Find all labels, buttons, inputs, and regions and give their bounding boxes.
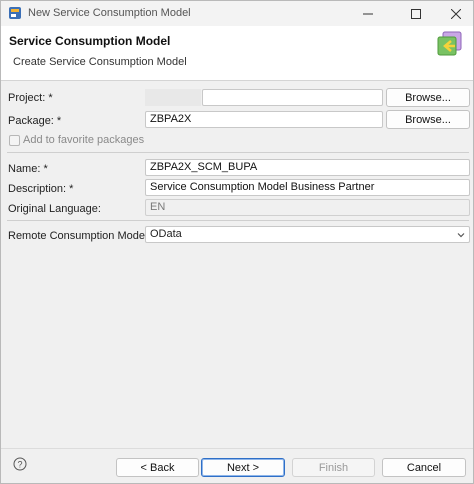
cancel-button[interactable]: Cancel bbox=[382, 458, 466, 477]
description-field[interactable]: Service Consumption Model Business Partn… bbox=[145, 179, 470, 196]
wizard-header: Service Consumption Model Create Service… bbox=[1, 26, 473, 81]
package-field[interactable]: ZBPA2X bbox=[145, 111, 383, 128]
back-button[interactable]: < Back bbox=[116, 458, 199, 477]
chevron-down-icon bbox=[457, 233, 465, 238]
remote-consumption-mode-label: Remote Consumption Mode: * bbox=[8, 230, 156, 242]
package-browse-button[interactable]: Browse... bbox=[386, 110, 470, 129]
project-label: Project: * bbox=[8, 92, 53, 104]
wizard-banner-icon bbox=[437, 31, 462, 56]
help-icon[interactable]: ? bbox=[13, 457, 27, 471]
name-label: Name: * bbox=[8, 163, 48, 175]
separator bbox=[7, 220, 469, 221]
original-language-field: EN bbox=[145, 199, 470, 216]
name-field[interactable]: ZBPA2X_SCM_BUPA bbox=[145, 159, 470, 176]
project-redacted-area bbox=[145, 89, 201, 106]
close-button[interactable] bbox=[441, 1, 471, 26]
title-bar[interactable]: New Service Consumption Model bbox=[1, 1, 473, 26]
remote-consumption-mode-select[interactable]: OData bbox=[145, 226, 470, 243]
description-label: Description: * bbox=[8, 183, 74, 195]
maximize-icon bbox=[411, 8, 421, 19]
finish-button[interactable]: Finish bbox=[292, 458, 375, 477]
project-field[interactable] bbox=[202, 89, 383, 106]
new-service-consumption-model-dialog: New Service Consumption Model Service Co… bbox=[0, 0, 474, 484]
maximize-button[interactable] bbox=[401, 1, 431, 26]
original-language-label: Original Language: bbox=[8, 203, 101, 215]
next-button[interactable]: Next > bbox=[201, 458, 285, 477]
remote-consumption-mode-value: OData bbox=[150, 228, 182, 240]
package-label: Package: * bbox=[8, 115, 62, 127]
close-icon bbox=[451, 8, 461, 19]
minimize-icon bbox=[363, 13, 373, 14]
wizard-subtitle: Create Service Consumption Model bbox=[13, 56, 187, 68]
svg-text:?: ? bbox=[17, 460, 22, 470]
add-to-favorites-label: Add to favorite packages bbox=[23, 134, 145, 146]
project-browse-button[interactable]: Browse... bbox=[386, 88, 470, 107]
wizard-title: Service Consumption Model bbox=[9, 34, 171, 48]
add-to-favorites-checkbox[interactable] bbox=[9, 135, 20, 146]
window-title: New Service Consumption Model bbox=[28, 7, 191, 19]
separator bbox=[7, 152, 469, 153]
minimize-button[interactable] bbox=[353, 1, 383, 26]
eclipse-app-icon bbox=[9, 7, 21, 19]
